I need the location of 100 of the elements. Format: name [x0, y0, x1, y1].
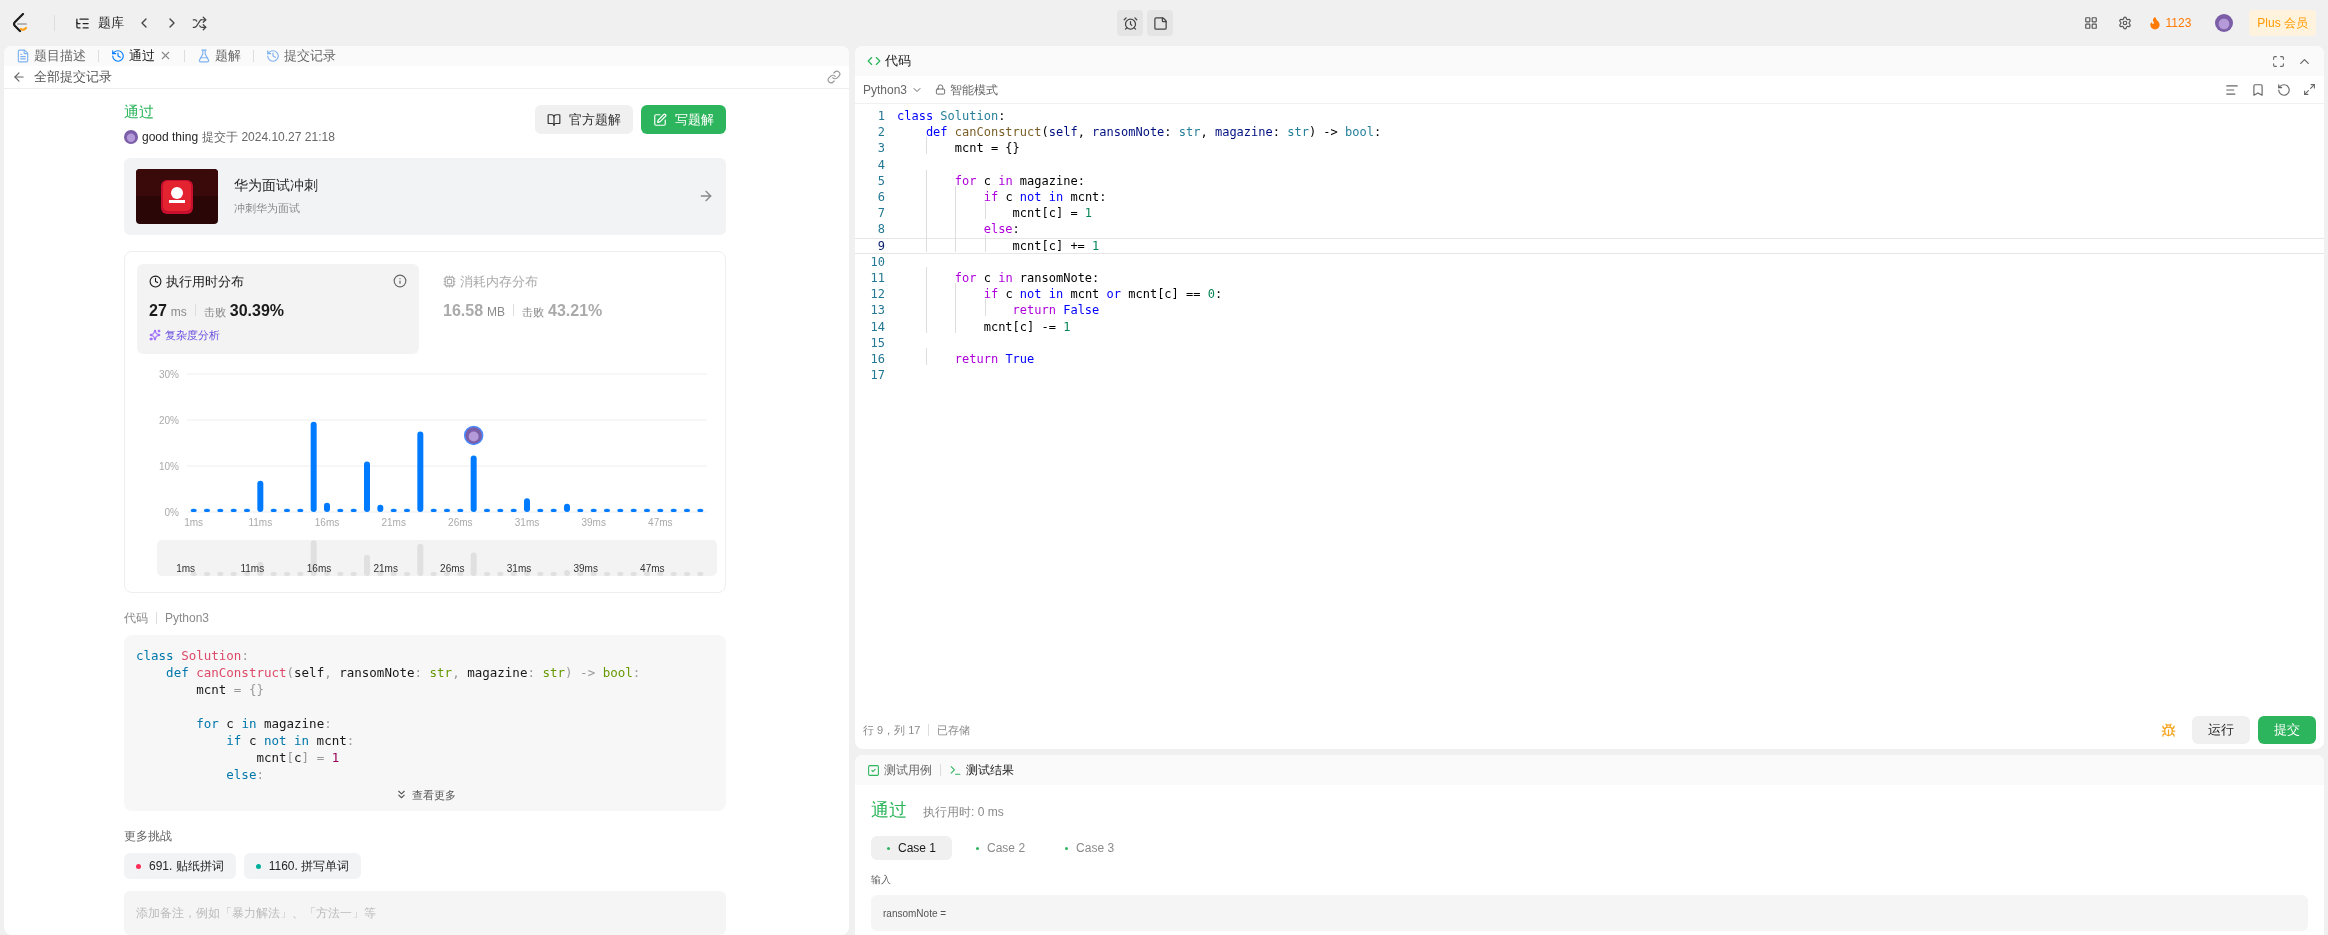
line-number: 9	[876, 237, 886, 255]
bar[interactable]	[657, 508, 664, 512]
link-icon[interactable]	[827, 69, 841, 84]
bar[interactable]	[670, 508, 677, 512]
case-tab[interactable]: Case 1	[871, 836, 953, 860]
bar[interactable]	[604, 508, 610, 512]
code-line: if c not in mcnt or mcnt[c] == 0:	[982, 286, 1223, 304]
save-status: 已存储	[937, 722, 971, 738]
case-tab[interactable]: Case 3	[1049, 836, 1131, 860]
beat-percent: 43.21%	[548, 301, 603, 321]
fullscreen-icon[interactable]	[2272, 54, 2285, 68]
back-icon[interactable]	[12, 69, 26, 84]
stat-card[interactable]: 消耗内存分布 16.58 MB 击败 43.21%	[431, 263, 713, 354]
bar[interactable]	[270, 508, 277, 512]
bar[interactable]	[577, 508, 584, 512]
bar[interactable]	[284, 508, 290, 512]
bar[interactable]	[550, 508, 557, 512]
stat-value: 16.58	[443, 301, 484, 321]
code-line: mcnt[c] = 1	[1011, 205, 1093, 223]
line-number: 17	[869, 367, 886, 385]
stat-card[interactable]: 执行用时分布 27 ms 击败 30.39% 复杂度分析	[137, 263, 419, 354]
promo-card[interactable]: 华为面试冲刺 冲刺华为面试	[124, 157, 726, 235]
code-line: if c not in mcnt:	[982, 189, 1107, 207]
brush-label: 11ms	[240, 562, 265, 574]
case-tab[interactable]: Case 2	[960, 836, 1042, 860]
axis-label: 0%	[164, 506, 179, 518]
bar[interactable]	[630, 508, 637, 512]
shuffle-icon[interactable]	[192, 15, 207, 31]
challenge-chip[interactable]: 1160. 拼写单词	[243, 853, 362, 879]
user-name[interactable]: good thing	[142, 127, 199, 146]
bar[interactable]	[510, 508, 517, 512]
challenge-chip[interactable]: 691. 贴纸拼词	[124, 853, 236, 879]
bar[interactable]	[337, 508, 344, 512]
bar[interactable]	[230, 508, 237, 512]
stat-unit: ms	[170, 304, 187, 321]
code-line: mcnt = {}	[195, 680, 265, 698]
bar[interactable]	[644, 508, 650, 512]
submit-time: 提交于 2024.10.27 21:18	[202, 128, 335, 146]
line-number: 15	[869, 334, 886, 352]
expand-icon[interactable]	[2303, 83, 2316, 96]
flame-icon	[2147, 16, 2162, 30]
line-number: 2	[876, 124, 886, 142]
complexity-link[interactable]: 复杂度分析	[165, 327, 220, 344]
challenge-title: 691. 贴纸拼词	[149, 858, 224, 875]
panel-tab[interactable]: 通过	[107, 46, 176, 66]
notes-button[interactable]	[1147, 10, 1174, 36]
back-link[interactable]: 全部提交记录	[34, 67, 112, 87]
bar[interactable]	[497, 508, 504, 512]
logo-icon[interactable]	[12, 13, 30, 33]
line-number: 14	[869, 318, 886, 336]
console-tab[interactable]: 测试用例	[867, 761, 932, 779]
bar[interactable]	[417, 431, 424, 512]
bar[interactable]	[217, 508, 224, 512]
bar[interactable]	[350, 508, 357, 512]
bar[interactable]	[404, 508, 410, 512]
panel-tab[interactable]: 提交记录	[262, 46, 340, 66]
bar[interactable]	[470, 454, 477, 512]
problem-list-button[interactable]: 题库	[75, 13, 124, 33]
bar[interactable]	[364, 460, 370, 512]
grid-icon[interactable]	[2083, 16, 2098, 30]
show-more-button[interactable]: 查看更多	[394, 786, 456, 803]
panel-tab[interactable]: 题解	[193, 46, 245, 66]
bar[interactable]	[697, 508, 704, 512]
bar[interactable]	[390, 508, 397, 512]
info-icon[interactable]	[393, 274, 407, 289]
panel-tab[interactable]: 题目描述	[12, 46, 90, 66]
bar[interactable]	[204, 508, 210, 512]
bar[interactable]	[430, 508, 437, 512]
bar[interactable]	[457, 508, 464, 512]
bar[interactable]	[684, 508, 690, 512]
timer-button[interactable]	[1117, 10, 1144, 36]
bar[interactable]	[377, 504, 384, 512]
bar[interactable]	[257, 480, 264, 512]
official-solution-button[interactable]: 官方题解	[535, 105, 633, 134]
mode-label[interactable]: 智能模式	[950, 80, 999, 99]
bar[interactable]	[444, 508, 450, 512]
bar[interactable]	[564, 503, 570, 512]
bar[interactable]	[244, 508, 250, 512]
bar[interactable]	[537, 508, 544, 512]
bar[interactable]	[297, 508, 304, 512]
language-dropdown[interactable]: Python3	[863, 80, 924, 99]
reset-icon[interactable]	[2277, 82, 2291, 97]
bar[interactable]	[590, 508, 597, 512]
note-icon	[1152, 15, 1168, 31]
bar[interactable]	[310, 421, 317, 512]
settings-icon[interactable]	[2117, 16, 2132, 30]
run-button[interactable]: 运行	[2192, 716, 2250, 744]
console-tab[interactable]: 测试结果	[949, 761, 1014, 779]
bar[interactable]	[524, 497, 530, 512]
bar[interactable]	[617, 508, 624, 512]
range-brush[interactable]	[157, 539, 717, 576]
bookmark-icon[interactable]	[2251, 82, 2265, 97]
bar[interactable]	[190, 508, 197, 512]
checkbox-icon	[867, 763, 880, 777]
input-value-field[interactable]: ransomNote =	[871, 895, 2308, 931]
brush-label: 1ms	[176, 562, 196, 574]
debug-icon[interactable]	[2161, 722, 2176, 738]
bar[interactable]	[484, 508, 490, 512]
format-icon[interactable]	[2225, 82, 2239, 97]
bar[interactable]	[324, 502, 330, 512]
